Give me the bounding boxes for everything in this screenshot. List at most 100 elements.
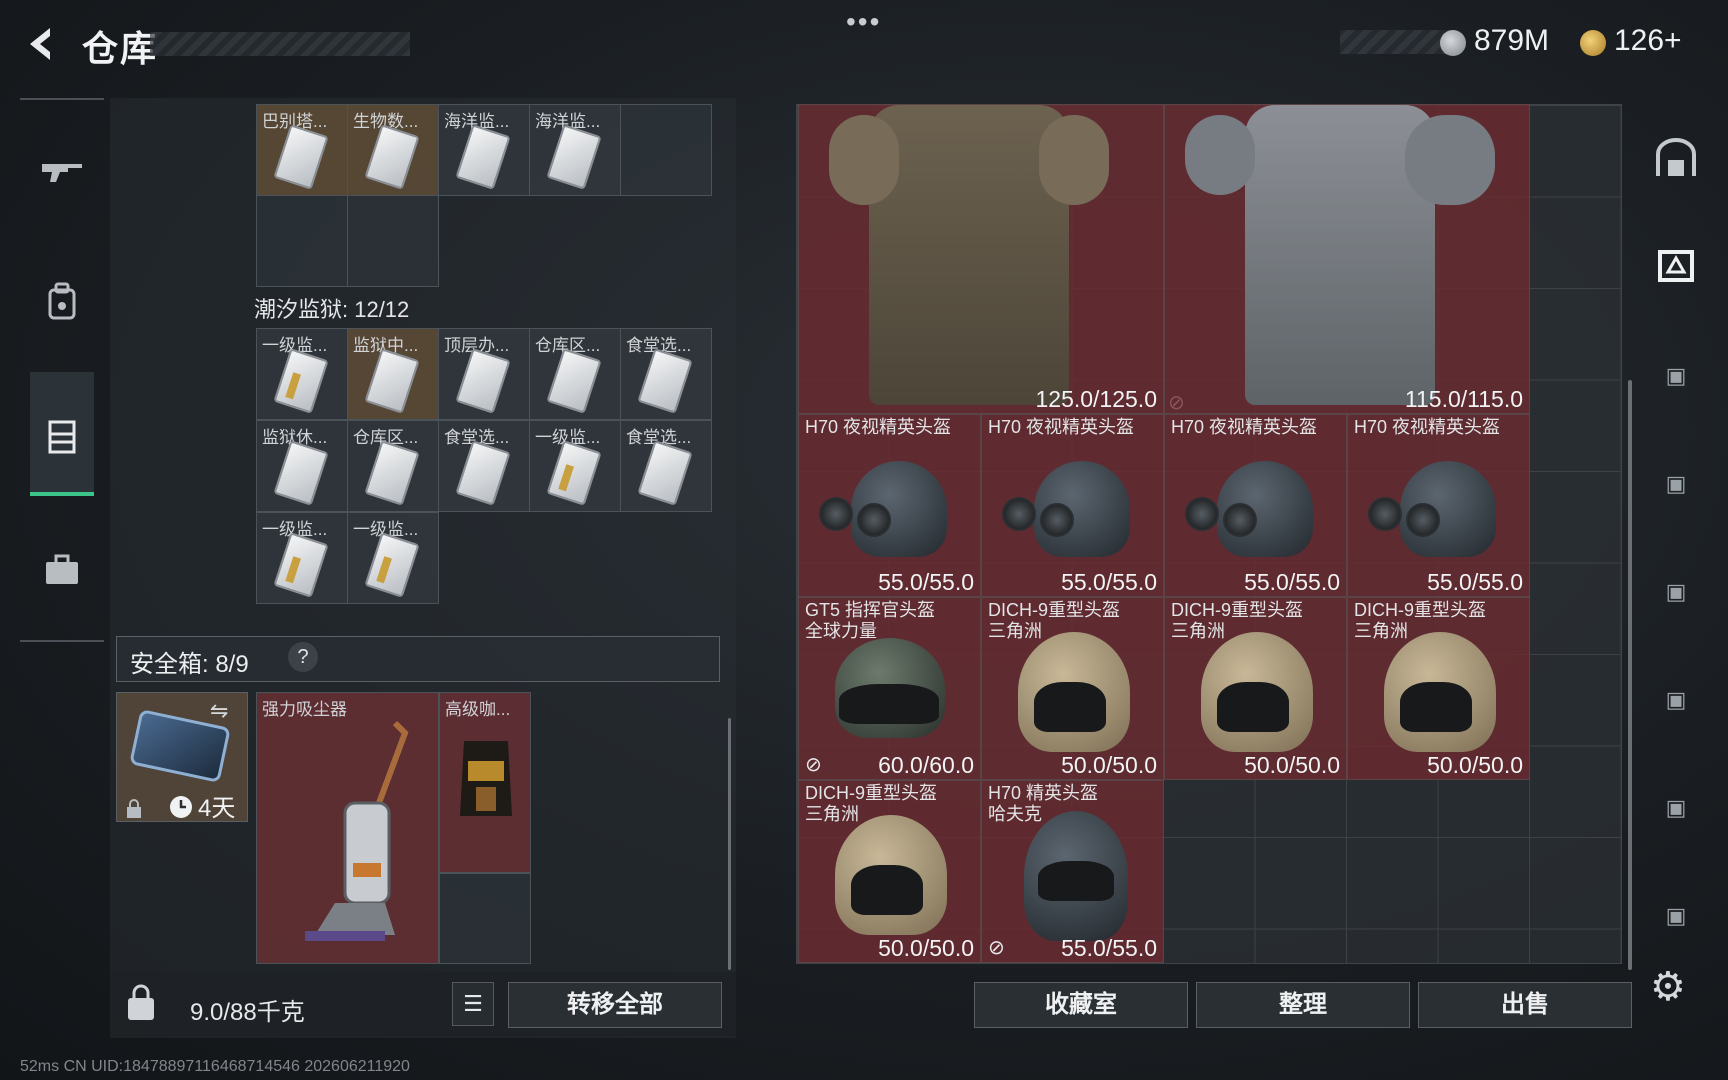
keycard-cell[interactable]: 食堂选... bbox=[620, 420, 712, 512]
keycard-cell[interactable]: 监狱中... bbox=[347, 328, 439, 420]
keycard-cell[interactable]: 一级监... bbox=[347, 512, 439, 604]
back-arrow-icon[interactable] bbox=[20, 22, 64, 66]
gold-coin-icon bbox=[1580, 30, 1606, 56]
durability: 50.0/50.0 bbox=[878, 935, 974, 961]
item-faction: 全球力量 bbox=[805, 621, 877, 641]
h70-elite-helmet-item[interactable]: H70 精英头盔 哈夫克 ⊘ 55.0/55.0 bbox=[981, 780, 1164, 963]
h70-helmet-item[interactable]: H70 夜视精英头盔 55.0/55.0 bbox=[981, 414, 1164, 597]
keycard-icon bbox=[637, 440, 693, 506]
rifle-icon[interactable] bbox=[38, 146, 86, 194]
vest-shoulder bbox=[1039, 115, 1109, 205]
weight-icon bbox=[128, 984, 154, 1020]
coffee-item[interactable]: 高级咖... bbox=[439, 692, 531, 873]
helmet-visor bbox=[1038, 861, 1114, 901]
keycard-cell[interactable]: 一级监... bbox=[256, 328, 348, 420]
left-scrollbar[interactable] bbox=[728, 718, 731, 970]
helmet-visor bbox=[1034, 682, 1106, 732]
item-name: H70 夜视精英头盔 bbox=[1171, 417, 1318, 437]
dich-helmet-item[interactable]: DICH-9重型头盔 三角洲 50.0/50.0 bbox=[1164, 597, 1347, 780]
helmet-visor bbox=[1400, 682, 1472, 732]
stash-slot-icon[interactable]: ▣ bbox=[1652, 892, 1700, 940]
transfer-all-button[interactable]: 转移全部 bbox=[508, 982, 722, 1028]
menu-dots[interactable]: ••• bbox=[846, 6, 881, 38]
stash-slot-icon[interactable]: ▣ bbox=[1652, 568, 1700, 616]
lock-icon bbox=[127, 799, 141, 818]
vest-icon[interactable] bbox=[38, 412, 86, 460]
stash-slot-icon[interactable]: ▣ bbox=[1652, 676, 1700, 724]
active-stash-icon[interactable] bbox=[1652, 242, 1700, 290]
item-name: DICH-9重型头盔 bbox=[805, 783, 938, 803]
h70-helmet-item[interactable]: H70 夜视精英头盔 55.0/55.0 bbox=[1164, 414, 1347, 597]
warehouse-icon[interactable] bbox=[1652, 136, 1700, 184]
keycard-cell[interactable]: 监狱休... bbox=[256, 420, 348, 512]
keycard-cell[interactable]: 海洋监... bbox=[438, 104, 530, 196]
keycard-icon bbox=[546, 440, 602, 506]
keycard-icon bbox=[364, 348, 420, 414]
item-faction: 三角洲 bbox=[1354, 621, 1408, 641]
keycard-cell[interactable]: 顶层办... bbox=[438, 328, 530, 420]
days-remaining: 4天 bbox=[198, 795, 236, 822]
currency-decoration bbox=[1340, 30, 1450, 54]
empty-cell[interactable] bbox=[439, 873, 531, 964]
nvg-lens bbox=[1040, 503, 1074, 537]
nvg-lens bbox=[1406, 503, 1440, 537]
stash-slot-icon[interactable]: ▣ bbox=[1652, 352, 1700, 400]
title-decoration bbox=[150, 32, 410, 56]
keycard-cell[interactable]: 一级监... bbox=[529, 420, 621, 512]
list-view-button[interactable]: ☰ bbox=[452, 982, 494, 1026]
item-name: H70 夜视精英头盔 bbox=[988, 417, 1135, 437]
item-name: H70 夜视精英头盔 bbox=[805, 417, 952, 437]
sell-button[interactable]: 出售 bbox=[1418, 982, 1632, 1028]
token-amount[interactable]: 126+ bbox=[1614, 24, 1682, 58]
keycard-cell[interactable]: 仓库区... bbox=[347, 420, 439, 512]
armor-vest-item[interactable]: 115.0/115.0 bbox=[1164, 104, 1530, 414]
safe-box-label: 安全箱: 8/9 bbox=[130, 651, 249, 678]
nvg-lens bbox=[1002, 497, 1036, 531]
helmet-visor bbox=[839, 684, 939, 724]
h70-helmet-item[interactable]: H70 夜视精英头盔 55.0/55.0 bbox=[798, 414, 981, 597]
durability: 55.0/55.0 bbox=[1244, 569, 1340, 595]
h70-helmet-item[interactable]: H70 夜视精英头盔 55.0/55.0 bbox=[1347, 414, 1530, 597]
no-check-icon: ⊘ bbox=[805, 754, 822, 776]
helmet-visor bbox=[851, 865, 923, 915]
keycard-cell[interactable]: 生物数... bbox=[347, 104, 439, 196]
item-name: H70 精英头盔 bbox=[988, 783, 1099, 803]
collection-room-button[interactable]: 收藏室 bbox=[974, 982, 1188, 1028]
section-label: 潮汐监狱: 12/12 bbox=[254, 297, 410, 322]
swap-icon[interactable]: ⇋ bbox=[210, 698, 228, 724]
keycard-cell[interactable]: 巴别塔... bbox=[256, 104, 348, 196]
keycard-icon bbox=[455, 348, 511, 414]
stash-slot-icon[interactable]: ▣ bbox=[1652, 784, 1700, 832]
backpack-icon[interactable] bbox=[38, 278, 86, 326]
keycard-cell[interactable]: 一级监... bbox=[256, 512, 348, 604]
keycard-cell[interactable]: 仓库区... bbox=[529, 328, 621, 420]
durability: 125.0/125.0 bbox=[1035, 386, 1157, 412]
help-button[interactable]: ? bbox=[288, 642, 318, 672]
keycard-cell[interactable]: 食堂选... bbox=[438, 420, 530, 512]
keycard-icon bbox=[364, 440, 420, 506]
empty-cell[interactable] bbox=[347, 195, 439, 287]
item-name: DICH-9重型头盔 bbox=[1171, 600, 1304, 620]
item-faction: 三角洲 bbox=[805, 804, 859, 824]
empty-cell[interactable] bbox=[256, 195, 348, 287]
dich-helmet-item[interactable]: DICH-9重型头盔 三角洲 50.0/50.0 bbox=[1347, 597, 1530, 780]
armor-vest-item[interactable]: 125.0/125.0 bbox=[798, 104, 1164, 414]
durability: 50.0/50.0 bbox=[1427, 752, 1523, 778]
organize-button[interactable]: 整理 bbox=[1196, 982, 1410, 1028]
vacuum-item[interactable]: 强力吸尘器 bbox=[256, 692, 439, 964]
keycard-icon bbox=[546, 348, 602, 414]
dich-helmet-item[interactable]: DICH-9重型头盔 三角洲 50.0/50.0 bbox=[981, 597, 1164, 780]
weight-text: 9.0/88千克 bbox=[190, 999, 305, 1026]
keycard-cell[interactable]: 海洋监... bbox=[529, 104, 621, 196]
settings-gear-icon[interactable]: ⚙ bbox=[1650, 964, 1694, 1009]
keycard-icon bbox=[546, 124, 602, 190]
stash-slot-icon[interactable]: ▣ bbox=[1652, 460, 1700, 508]
durability: 55.0/55.0 bbox=[1061, 935, 1157, 961]
right-scrollbar[interactable] bbox=[1628, 380, 1632, 970]
keycard-cell[interactable]: 食堂选... bbox=[620, 328, 712, 420]
empty-cell[interactable] bbox=[620, 104, 712, 196]
case-icon[interactable] bbox=[38, 546, 86, 594]
dich-helmet-item[interactable]: DICH-9重型头盔 三角洲 50.0/50.0 bbox=[798, 780, 981, 963]
item-faction: 三角洲 bbox=[1171, 621, 1225, 641]
gt5-helmet-item[interactable]: GT5 指挥官头盔 全球力量 ⊘ 60.0/60.0 bbox=[798, 597, 981, 780]
